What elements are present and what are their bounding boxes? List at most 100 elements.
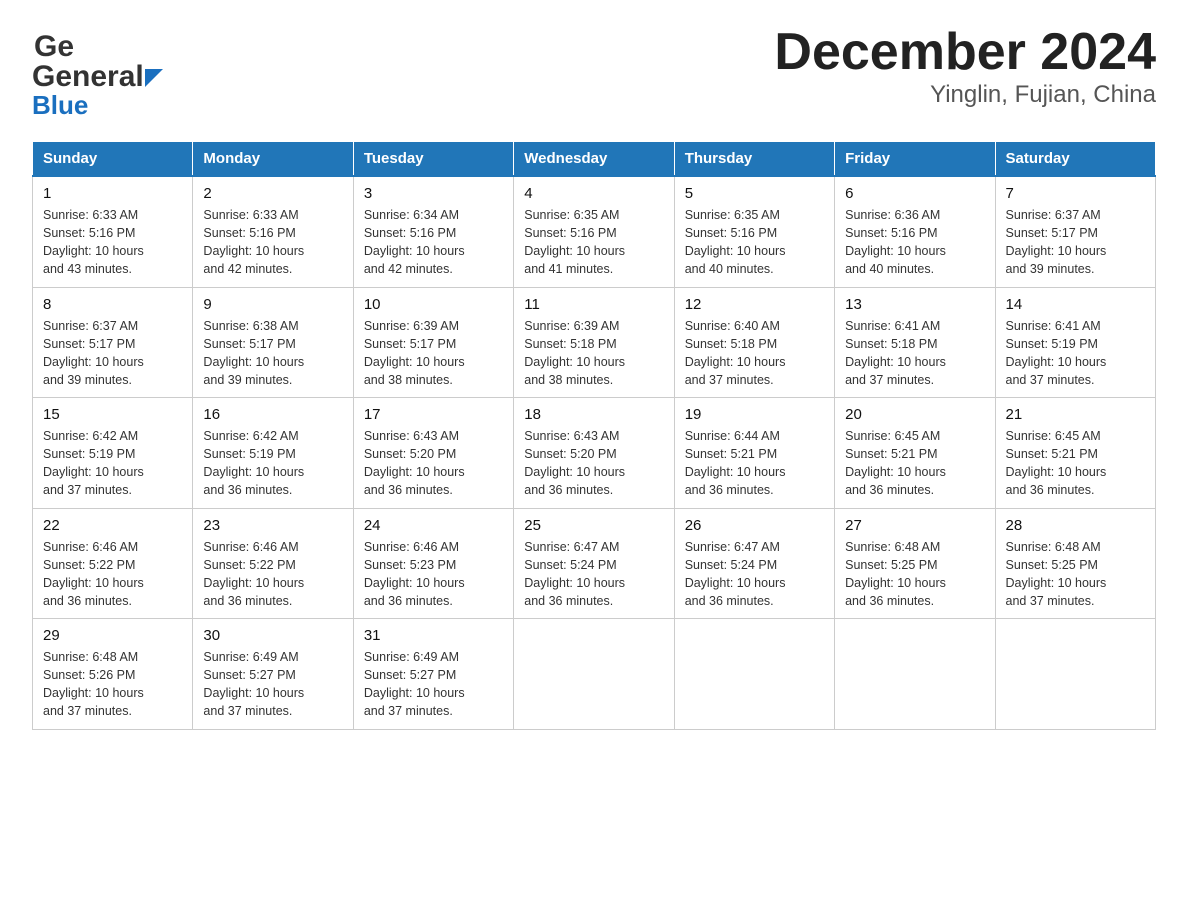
calendar-cell: 22 Sunrise: 6:46 AM Sunset: 5:22 PM Dayl… — [33, 508, 193, 619]
week-row-3: 15 Sunrise: 6:42 AM Sunset: 5:19 PM Dayl… — [33, 398, 1156, 509]
day-number: 6 — [845, 185, 984, 202]
day-info: Sunrise: 6:41 AM Sunset: 5:19 PM Dayligh… — [1006, 317, 1145, 390]
day-info: Sunrise: 6:45 AM Sunset: 5:21 PM Dayligh… — [1006, 427, 1145, 500]
day-number: 11 — [524, 296, 663, 313]
day-number: 13 — [845, 296, 984, 313]
col-header-sunday: Sunday — [33, 142, 193, 177]
day-info: Sunrise: 6:36 AM Sunset: 5:16 PM Dayligh… — [845, 206, 984, 279]
calendar-cell: 18 Sunrise: 6:43 AM Sunset: 5:20 PM Dayl… — [514, 398, 674, 509]
day-info: Sunrise: 6:38 AM Sunset: 5:17 PM Dayligh… — [203, 317, 342, 390]
calendar-cell: 23 Sunrise: 6:46 AM Sunset: 5:22 PM Dayl… — [193, 508, 353, 619]
day-info: Sunrise: 6:37 AM Sunset: 5:17 PM Dayligh… — [1006, 206, 1145, 279]
calendar-cell: 20 Sunrise: 6:45 AM Sunset: 5:21 PM Dayl… — [835, 398, 995, 509]
calendar-cell: 11 Sunrise: 6:39 AM Sunset: 5:18 PM Dayl… — [514, 287, 674, 398]
day-info: Sunrise: 6:46 AM Sunset: 5:23 PM Dayligh… — [364, 538, 503, 611]
calendar-cell: 10 Sunrise: 6:39 AM Sunset: 5:17 PM Dayl… — [353, 287, 513, 398]
day-info: Sunrise: 6:37 AM Sunset: 5:17 PM Dayligh… — [43, 317, 182, 390]
day-info: Sunrise: 6:48 AM Sunset: 5:25 PM Dayligh… — [845, 538, 984, 611]
day-number: 8 — [43, 296, 182, 313]
day-info: Sunrise: 6:33 AM Sunset: 5:16 PM Dayligh… — [203, 206, 342, 279]
day-info: Sunrise: 6:46 AM Sunset: 5:22 PM Dayligh… — [43, 538, 182, 611]
calendar-cell: 21 Sunrise: 6:45 AM Sunset: 5:21 PM Dayl… — [995, 398, 1155, 509]
day-info: Sunrise: 6:43 AM Sunset: 5:20 PM Dayligh… — [524, 427, 663, 500]
day-info: Sunrise: 6:41 AM Sunset: 5:18 PM Dayligh… — [845, 317, 984, 390]
day-info: Sunrise: 6:42 AM Sunset: 5:19 PM Dayligh… — [203, 427, 342, 500]
calendar-cell: 7 Sunrise: 6:37 AM Sunset: 5:17 PM Dayli… — [995, 176, 1155, 287]
calendar-cell: 19 Sunrise: 6:44 AM Sunset: 5:21 PM Dayl… — [674, 398, 834, 509]
day-number: 7 — [1006, 185, 1145, 202]
calendar-cell: 27 Sunrise: 6:48 AM Sunset: 5:25 PM Dayl… — [835, 508, 995, 619]
day-number: 21 — [1006, 406, 1145, 423]
title-block: December 2024 Yinglin, Fujian, China — [774, 24, 1156, 109]
calendar-cell: 14 Sunrise: 6:41 AM Sunset: 5:19 PM Dayl… — [995, 287, 1155, 398]
day-number: 27 — [845, 517, 984, 534]
day-number: 22 — [43, 517, 182, 534]
day-number: 30 — [203, 627, 342, 644]
calendar-subtitle: Yinglin, Fujian, China — [774, 81, 1156, 109]
col-header-friday: Friday — [835, 142, 995, 177]
day-info: Sunrise: 6:39 AM Sunset: 5:18 PM Dayligh… — [524, 317, 663, 390]
day-number: 4 — [524, 185, 663, 202]
calendar-cell: 31 Sunrise: 6:49 AM Sunset: 5:27 PM Dayl… — [353, 619, 513, 730]
day-number: 25 — [524, 517, 663, 534]
col-header-saturday: Saturday — [995, 142, 1155, 177]
calendar-cell — [514, 619, 674, 730]
logo-text-blue: Blue — [32, 90, 88, 121]
week-row-4: 22 Sunrise: 6:46 AM Sunset: 5:22 PM Dayl… — [33, 508, 1156, 619]
day-number: 28 — [1006, 517, 1145, 534]
day-number: 18 — [524, 406, 663, 423]
calendar-cell — [995, 619, 1155, 730]
day-info: Sunrise: 6:43 AM Sunset: 5:20 PM Dayligh… — [364, 427, 503, 500]
calendar-cell: 13 Sunrise: 6:41 AM Sunset: 5:18 PM Dayl… — [835, 287, 995, 398]
calendar-cell: 3 Sunrise: 6:34 AM Sunset: 5:16 PM Dayli… — [353, 176, 513, 287]
calendar-cell: 25 Sunrise: 6:47 AM Sunset: 5:24 PM Dayl… — [514, 508, 674, 619]
calendar-table: SundayMondayTuesdayWednesdayThursdayFrid… — [32, 141, 1156, 730]
logo-text-general: General — [32, 60, 144, 94]
calendar-cell: 28 Sunrise: 6:48 AM Sunset: 5:25 PM Dayl… — [995, 508, 1155, 619]
day-info: Sunrise: 6:49 AM Sunset: 5:27 PM Dayligh… — [203, 648, 342, 721]
calendar-cell: 6 Sunrise: 6:36 AM Sunset: 5:16 PM Dayli… — [835, 176, 995, 287]
calendar-cell: 12 Sunrise: 6:40 AM Sunset: 5:18 PM Dayl… — [674, 287, 834, 398]
day-number: 15 — [43, 406, 182, 423]
calendar-cell: 8 Sunrise: 6:37 AM Sunset: 5:17 PM Dayli… — [33, 287, 193, 398]
calendar-cell: 15 Sunrise: 6:42 AM Sunset: 5:19 PM Dayl… — [33, 398, 193, 509]
col-header-tuesday: Tuesday — [353, 142, 513, 177]
calendar-cell — [835, 619, 995, 730]
calendar-cell: 29 Sunrise: 6:48 AM Sunset: 5:26 PM Dayl… — [33, 619, 193, 730]
day-info: Sunrise: 6:35 AM Sunset: 5:16 PM Dayligh… — [685, 206, 824, 279]
calendar-cell: 2 Sunrise: 6:33 AM Sunset: 5:16 PM Dayli… — [193, 176, 353, 287]
calendar-cell: 30 Sunrise: 6:49 AM Sunset: 5:27 PM Dayl… — [193, 619, 353, 730]
calendar-cell: 4 Sunrise: 6:35 AM Sunset: 5:16 PM Dayli… — [514, 176, 674, 287]
day-info: Sunrise: 6:46 AM Sunset: 5:22 PM Dayligh… — [203, 538, 342, 611]
day-number: 2 — [203, 185, 342, 202]
day-info: Sunrise: 6:45 AM Sunset: 5:21 PM Dayligh… — [845, 427, 984, 500]
day-info: Sunrise: 6:47 AM Sunset: 5:24 PM Dayligh… — [524, 538, 663, 611]
day-number: 19 — [685, 406, 824, 423]
calendar-cell: 26 Sunrise: 6:47 AM Sunset: 5:24 PM Dayl… — [674, 508, 834, 619]
week-row-1: 1 Sunrise: 6:33 AM Sunset: 5:16 PM Dayli… — [33, 176, 1156, 287]
calendar-title: December 2024 — [774, 24, 1156, 81]
day-number: 3 — [364, 185, 503, 202]
calendar-cell: 16 Sunrise: 6:42 AM Sunset: 5:19 PM Dayl… — [193, 398, 353, 509]
calendar-cell — [674, 619, 834, 730]
day-number: 20 — [845, 406, 984, 423]
day-number: 31 — [364, 627, 503, 644]
calendar-cell: 17 Sunrise: 6:43 AM Sunset: 5:20 PM Dayl… — [353, 398, 513, 509]
day-info: Sunrise: 6:33 AM Sunset: 5:16 PM Dayligh… — [43, 206, 182, 279]
day-number: 23 — [203, 517, 342, 534]
logo-arrow-icon — [145, 69, 163, 87]
calendar-cell: 24 Sunrise: 6:46 AM Sunset: 5:23 PM Dayl… — [353, 508, 513, 619]
day-number: 16 — [203, 406, 342, 423]
calendar-cell: 9 Sunrise: 6:38 AM Sunset: 5:17 PM Dayli… — [193, 287, 353, 398]
day-info: Sunrise: 6:47 AM Sunset: 5:24 PM Dayligh… — [685, 538, 824, 611]
day-info: Sunrise: 6:48 AM Sunset: 5:25 PM Dayligh… — [1006, 538, 1145, 611]
day-number: 24 — [364, 517, 503, 534]
col-header-monday: Monday — [193, 142, 353, 177]
day-info: Sunrise: 6:39 AM Sunset: 5:17 PM Dayligh… — [364, 317, 503, 390]
day-number: 17 — [364, 406, 503, 423]
page-header: General General Blue December 2024 Yingl… — [32, 24, 1156, 121]
day-number: 29 — [43, 627, 182, 644]
day-number: 10 — [364, 296, 503, 313]
calendar-cell: 5 Sunrise: 6:35 AM Sunset: 5:16 PM Dayli… — [674, 176, 834, 287]
week-row-2: 8 Sunrise: 6:37 AM Sunset: 5:17 PM Dayli… — [33, 287, 1156, 398]
